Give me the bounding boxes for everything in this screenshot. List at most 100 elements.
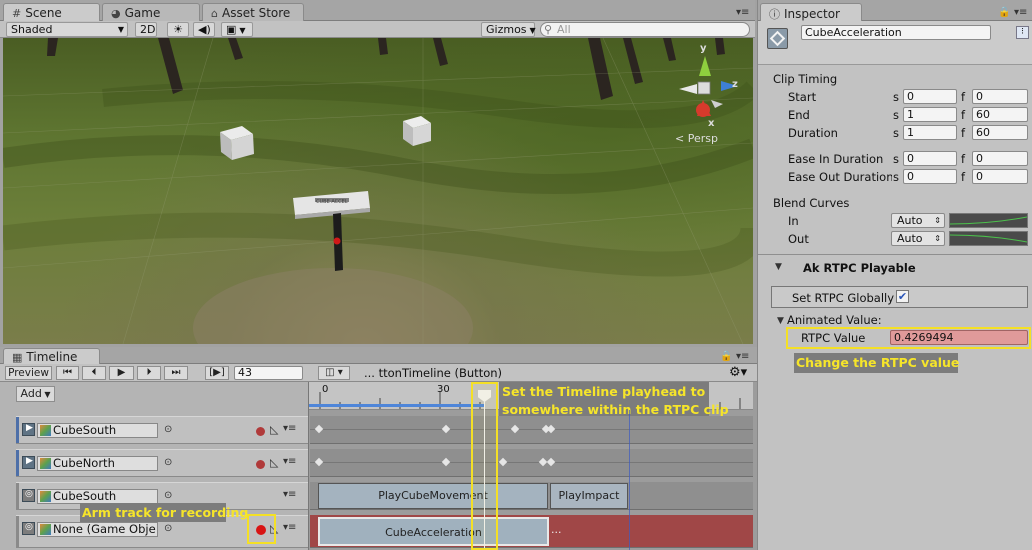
perspective-toggle[interactable]: < Persp bbox=[675, 132, 718, 145]
track-menu-icon[interactable]: ▾≡ bbox=[283, 522, 296, 533]
keyframe[interactable] bbox=[498, 457, 508, 467]
wwise-event-track-icon: ◎ bbox=[22, 489, 35, 502]
previous-frame-button[interactable]: ⏴ bbox=[82, 366, 106, 380]
end-frames-field[interactable]: 60 bbox=[972, 107, 1028, 122]
lane-cubesouth-event[interactable]: PlayCubeMovement PlayImpact bbox=[310, 482, 753, 510]
blend-in-dropdown[interactable]: Auto ⇕ bbox=[891, 213, 945, 228]
blend-out-dropdown[interactable]: Auto ⇕ bbox=[891, 231, 945, 246]
duration-seconds-field[interactable]: 1 bbox=[903, 125, 957, 140]
track-header-cubesouth-anim[interactable]: ▶ CubeSouth ⊙ ◺ ▾≡ bbox=[16, 416, 308, 444]
audio-toggle-button[interactable]: ◀) bbox=[193, 22, 215, 37]
blend-curves-header: Blend Curves bbox=[773, 196, 850, 210]
set-rtpc-globally-checkbox[interactable]: ✔ bbox=[896, 290, 909, 303]
frame-field[interactable]: 43 bbox=[234, 366, 303, 380]
gizmos-dropdown[interactable]: Gizmos ▼ bbox=[481, 22, 536, 37]
duration-frames-field[interactable]: 60 bbox=[972, 125, 1028, 140]
blend-out-curve[interactable] bbox=[949, 231, 1028, 246]
curves-icon[interactable]: ◺ bbox=[270, 456, 278, 469]
timeline-selector[interactable]: ◫ ▾ bbox=[318, 366, 350, 380]
track-binding-field[interactable]: CubeSouth bbox=[37, 423, 158, 438]
scene-search-input[interactable]: ⚲ All bbox=[540, 22, 750, 37]
window-menu-icon[interactable]: ▾≡ bbox=[736, 7, 749, 18]
curves-icon[interactable]: ◺ bbox=[270, 423, 278, 436]
track-binding-field[interactable]: CubeNorth bbox=[37, 456, 158, 471]
lighting-toggle-button[interactable]: ☀ bbox=[167, 22, 189, 37]
separator bbox=[758, 254, 1032, 255]
end-seconds-field[interactable]: 1 bbox=[903, 107, 957, 122]
ease-in-seconds-field[interactable]: 0 bbox=[903, 151, 957, 166]
dropdown-arrow-icon: ▼ bbox=[239, 26, 246, 35]
jump-to-end-button[interactable]: ⏭ bbox=[164, 366, 188, 380]
jump-to-start-button[interactable]: ⏮ bbox=[56, 366, 79, 380]
set-rtpc-globally-row: Set RTPC Globally ✔ bbox=[771, 286, 1028, 308]
ease-in-frames-field[interactable]: 0 bbox=[972, 151, 1028, 166]
track-binding-field[interactable]: None (Game Obje bbox=[37, 522, 158, 537]
shading-mode-dropdown[interactable]: Shaded ▼ bbox=[6, 22, 128, 37]
tab-game[interactable]: ◕ Game bbox=[102, 3, 200, 21]
track-menu-icon[interactable]: ▾≡ bbox=[283, 423, 296, 434]
start-label: Start bbox=[788, 90, 817, 104]
track-header-cubenorth-anim[interactable]: ▶ CubeNorth ⊙ ◺ ▾≡ bbox=[16, 449, 308, 477]
lane-cubesouth-anim[interactable] bbox=[310, 416, 753, 444]
keyframe[interactable] bbox=[510, 424, 520, 434]
tab-scene[interactable]: # Scene bbox=[3, 3, 100, 21]
dropdown-arrows-icon: ⇕ bbox=[934, 234, 941, 243]
next-frame-button[interactable]: ⏵ bbox=[137, 366, 161, 380]
lane-rtpc-recording[interactable]: CubeAcceleration ... bbox=[310, 515, 753, 548]
start-frames-field[interactable]: 0 bbox=[972, 89, 1028, 104]
keyframe[interactable] bbox=[441, 457, 451, 467]
director-breadcrumb[interactable]: ... ttonTimeline (Button) bbox=[364, 366, 502, 380]
cube-north bbox=[220, 126, 254, 160]
foldout-arrow-icon[interactable]: ▼ bbox=[777, 316, 784, 326]
window-menu-icon[interactable]: ▾≡ bbox=[736, 351, 749, 362]
object-picker-icon[interactable]: ⊙ bbox=[164, 523, 172, 534]
object-name-field[interactable]: CubeAcceleration bbox=[801, 25, 991, 40]
blend-in-curve[interactable] bbox=[949, 213, 1028, 228]
track-menu-icon[interactable]: ▾≡ bbox=[283, 456, 296, 467]
lock-icon[interactable]: 🔒 bbox=[720, 351, 732, 362]
object-picker-icon[interactable]: ⊙ bbox=[164, 424, 172, 435]
keyframe[interactable] bbox=[314, 457, 324, 467]
tab-asset-store[interactable]: ⌂ Asset Store bbox=[202, 3, 304, 21]
scene-view[interactable]: y z x < Persp CUBE ACCEL bbox=[3, 38, 753, 344]
track-binding-field[interactable]: CubeSouth bbox=[37, 489, 158, 504]
track-menu-icon[interactable]: ▾≡ bbox=[283, 489, 296, 500]
animated-value-label: Animated Value: bbox=[787, 313, 882, 327]
record-button[interactable] bbox=[256, 427, 265, 436]
start-seconds-field[interactable]: 0 bbox=[903, 89, 957, 104]
keyframe[interactable] bbox=[546, 424, 556, 434]
preview-button[interactable]: Preview bbox=[5, 366, 52, 380]
axis-z-label: z bbox=[732, 79, 738, 90]
2d-toggle-button[interactable]: 2D bbox=[135, 22, 157, 37]
ease-out-frames-field[interactable]: 0 bbox=[972, 169, 1028, 184]
clip-play-impact[interactable]: PlayImpact bbox=[550, 483, 628, 509]
add-track-button[interactable]: Add ▼ bbox=[16, 386, 55, 402]
play-button[interactable]: ▶ bbox=[109, 366, 134, 380]
lock-icon[interactable]: 🔒 bbox=[998, 7, 1010, 18]
window-menu-icon[interactable]: ▾≡ bbox=[1014, 7, 1027, 18]
gameobject-icon bbox=[40, 491, 51, 502]
object-picker-icon[interactable]: ⊙ bbox=[164, 457, 172, 468]
lane-cubenorth-anim[interactable] bbox=[310, 449, 753, 477]
duration-label: Duration bbox=[788, 126, 838, 140]
rtpc-value-field[interactable]: 0.4269494 bbox=[890, 330, 1028, 345]
set-rtpc-globally-label: Set RTPC Globally bbox=[792, 291, 895, 305]
tab-inspector[interactable]: ⓘ Inspector bbox=[760, 3, 862, 21]
end-label: End bbox=[788, 108, 810, 122]
tab-timeline[interactable]: ▦ Timeline bbox=[3, 348, 100, 364]
keyframe[interactable] bbox=[314, 424, 324, 434]
help-book-icon[interactable]: ⁝ bbox=[1016, 26, 1029, 39]
foldout-arrow-icon[interactable]: ▼ bbox=[775, 262, 782, 272]
scene-toolbar: Shaded ▼ 2D ☀ ◀) ▣ ▼ Gizmos ▼ ⚲ All bbox=[0, 21, 755, 38]
clip-play-cube-movement[interactable]: PlayCubeMovement bbox=[318, 483, 548, 509]
ease-out-seconds-field[interactable]: 0 bbox=[903, 169, 957, 184]
effects-dropdown[interactable]: ▣ ▼ bbox=[221, 22, 253, 37]
keyframe[interactable] bbox=[546, 457, 556, 467]
store-icon: ⌂ bbox=[211, 7, 218, 20]
settings-gear-icon[interactable]: ⚙▾ bbox=[729, 365, 747, 380]
record-button[interactable] bbox=[256, 460, 265, 469]
object-picker-icon[interactable]: ⊙ bbox=[164, 490, 172, 501]
keyframe[interactable] bbox=[441, 424, 451, 434]
clip-cube-acceleration[interactable]: CubeAcceleration bbox=[318, 517, 549, 546]
play-range-button[interactable]: [▶] bbox=[205, 366, 229, 380]
